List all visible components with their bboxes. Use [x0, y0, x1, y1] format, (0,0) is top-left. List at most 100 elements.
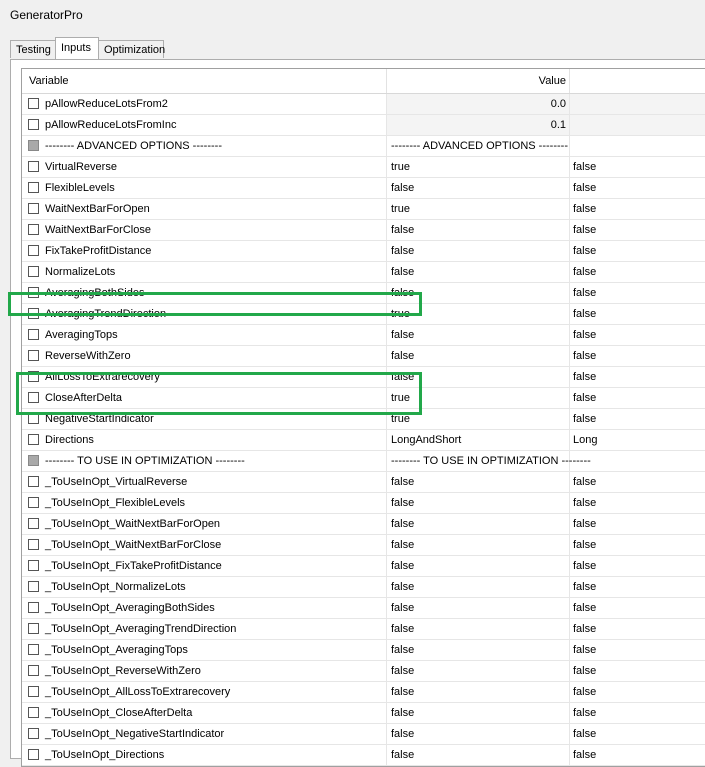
optimize-checkbox[interactable] — [28, 581, 39, 592]
value2-cell[interactable]: false — [573, 560, 596, 572]
value2-cell[interactable]: false — [573, 728, 596, 740]
optimize-checkbox[interactable] — [28, 182, 39, 193]
optimize-checkbox[interactable] — [28, 329, 39, 340]
value2-cell[interactable]: false — [573, 686, 596, 698]
value-cell[interactable]: false — [391, 644, 414, 656]
value2-cell[interactable]: Long — [573, 434, 597, 446]
column-divider[interactable] — [386, 69, 387, 93]
optimize-checkbox[interactable] — [28, 665, 39, 676]
column-divider[interactable] — [569, 69, 570, 93]
optimize-checkbox[interactable] — [28, 497, 39, 508]
value2-cell[interactable]: false — [573, 602, 596, 614]
optimize-checkbox[interactable] — [28, 623, 39, 634]
optimize-checkbox[interactable] — [28, 203, 39, 214]
value-cell[interactable]: -------- ADVANCED OPTIONS -------- — [391, 140, 568, 152]
value-cell[interactable]: false — [391, 329, 414, 341]
value2-cell[interactable]: false — [573, 539, 596, 551]
value-cell[interactable]: false — [391, 287, 414, 299]
table-row[interactable]: NegativeStartIndicator true false — [22, 409, 705, 430]
value2-cell[interactable]: false — [573, 644, 596, 656]
value-cell[interactable]: false — [391, 224, 414, 236]
value2-cell[interactable]: false — [573, 224, 596, 236]
table-row[interactable]: _ToUseInOpt_AveragingTrendDirection fals… — [22, 619, 705, 640]
value2-cell[interactable]: false — [573, 161, 596, 173]
value2-cell[interactable]: false — [573, 707, 596, 719]
value-cell[interactable]: false — [391, 497, 414, 509]
value-cell[interactable]: false — [391, 539, 414, 551]
optimize-checkbox[interactable] — [28, 119, 39, 130]
optimize-checkbox[interactable] — [28, 602, 39, 613]
table-row[interactable]: _ToUseInOpt_CloseAfterDelta false false — [22, 703, 705, 724]
value-cell[interactable]: true — [391, 161, 410, 173]
value2-cell[interactable]: false — [573, 623, 596, 635]
table-row[interactable]: _ToUseInOpt_FixTakeProfitDistance false … — [22, 556, 705, 577]
value2-cell[interactable]: false — [573, 413, 596, 425]
value-cell[interactable]: false — [391, 707, 414, 719]
table-row[interactable]: AveragingBothSides false false — [22, 283, 705, 304]
table-row[interactable]: pAllowReduceLotsFrom2 0.0 — [22, 94, 705, 115]
tab-inputs[interactable]: Inputs — [55, 37, 99, 59]
value-cell[interactable]: false — [391, 581, 414, 593]
value-cell[interactable]: false — [391, 665, 414, 677]
value2-cell[interactable]: false — [573, 308, 596, 320]
value-cell[interactable]: false — [391, 518, 414, 530]
optimize-checkbox[interactable] — [28, 98, 39, 109]
value-cell[interactable]: false — [391, 182, 414, 194]
value-cell[interactable]: false — [391, 245, 414, 257]
table-row[interactable]: _ToUseInOpt_NegativeStartIndicator false… — [22, 724, 705, 745]
value-cell[interactable]: false — [391, 602, 414, 614]
optimize-checkbox[interactable] — [28, 707, 39, 718]
optimize-checkbox[interactable] — [28, 518, 39, 529]
value-cell[interactable]: false — [391, 686, 414, 698]
value-cell[interactable]: true — [391, 392, 410, 404]
value-cell[interactable]: false — [391, 560, 414, 572]
value-cell[interactable]: false — [391, 266, 414, 278]
table-row[interactable]: _ToUseInOpt_WaitNextBarForOpen false fal… — [22, 514, 705, 535]
value-cell[interactable]: true — [391, 203, 410, 215]
table-row[interactable]: WaitNextBarForClose false false — [22, 220, 705, 241]
optimize-checkbox[interactable] — [28, 455, 39, 466]
optimize-checkbox[interactable] — [28, 434, 39, 445]
value2-cell[interactable]: false — [573, 749, 596, 761]
table-row[interactable]: _ToUseInOpt_AveragingTops false false — [22, 640, 705, 661]
value-cell[interactable]: LongAndShort — [391, 434, 461, 446]
table-row[interactable]: FixTakeProfitDistance false false — [22, 241, 705, 262]
value2-cell[interactable]: false — [573, 392, 596, 404]
optimize-checkbox[interactable] — [28, 140, 39, 151]
value-cell[interactable]: 0.0 — [386, 98, 566, 110]
value-cell[interactable]: false — [391, 476, 414, 488]
value-cell[interactable]: false — [391, 371, 414, 383]
optimize-checkbox[interactable] — [28, 161, 39, 172]
value-cell[interactable]: -------- TO USE IN OPTIMIZATION -------- — [391, 455, 591, 467]
table-row[interactable]: ReverseWithZero false false — [22, 346, 705, 367]
value-cell[interactable]: false — [391, 749, 414, 761]
table-row[interactable]: VirtualReverse true false — [22, 157, 705, 178]
table-row[interactable]: _ToUseInOpt_AllLossToExtrarecovery false… — [22, 682, 705, 703]
table-row[interactable]: AveragingTrendDirection true false — [22, 304, 705, 325]
value2-cell[interactable]: false — [573, 266, 596, 278]
optimize-checkbox[interactable] — [28, 560, 39, 571]
value2-cell[interactable]: false — [573, 581, 596, 593]
value2-cell[interactable]: false — [573, 665, 596, 677]
value2-cell[interactable]: false — [573, 350, 596, 362]
value-cell[interactable]: false — [391, 350, 414, 362]
table-row[interactable]: CloseAfterDelta true false — [22, 388, 705, 409]
optimize-checkbox[interactable] — [28, 476, 39, 487]
table-row[interactable]: pAllowReduceLotsFromInc 0.1 — [22, 115, 705, 136]
optimize-checkbox[interactable] — [28, 413, 39, 424]
value-cell[interactable]: 0.1 — [386, 119, 566, 131]
value2-cell[interactable]: false — [573, 476, 596, 488]
optimize-checkbox[interactable] — [28, 350, 39, 361]
table-row[interactable]: AveragingTops false false — [22, 325, 705, 346]
value-cell[interactable]: true — [391, 413, 410, 425]
column-header-variable[interactable]: Variable — [29, 75, 69, 87]
optimize-checkbox[interactable] — [28, 728, 39, 739]
group-header-row[interactable]: -------- TO USE IN OPTIMIZATION --------… — [22, 451, 705, 472]
tab-optimization[interactable]: Optimization — [98, 40, 165, 58]
value2-cell[interactable]: false — [573, 371, 596, 383]
optimize-checkbox[interactable] — [28, 308, 39, 319]
optimize-checkbox[interactable] — [28, 245, 39, 256]
optimize-checkbox[interactable] — [28, 749, 39, 760]
table-row[interactable]: AllLossToExtrarecovery false false — [22, 367, 705, 388]
value2-cell[interactable]: false — [573, 518, 596, 530]
